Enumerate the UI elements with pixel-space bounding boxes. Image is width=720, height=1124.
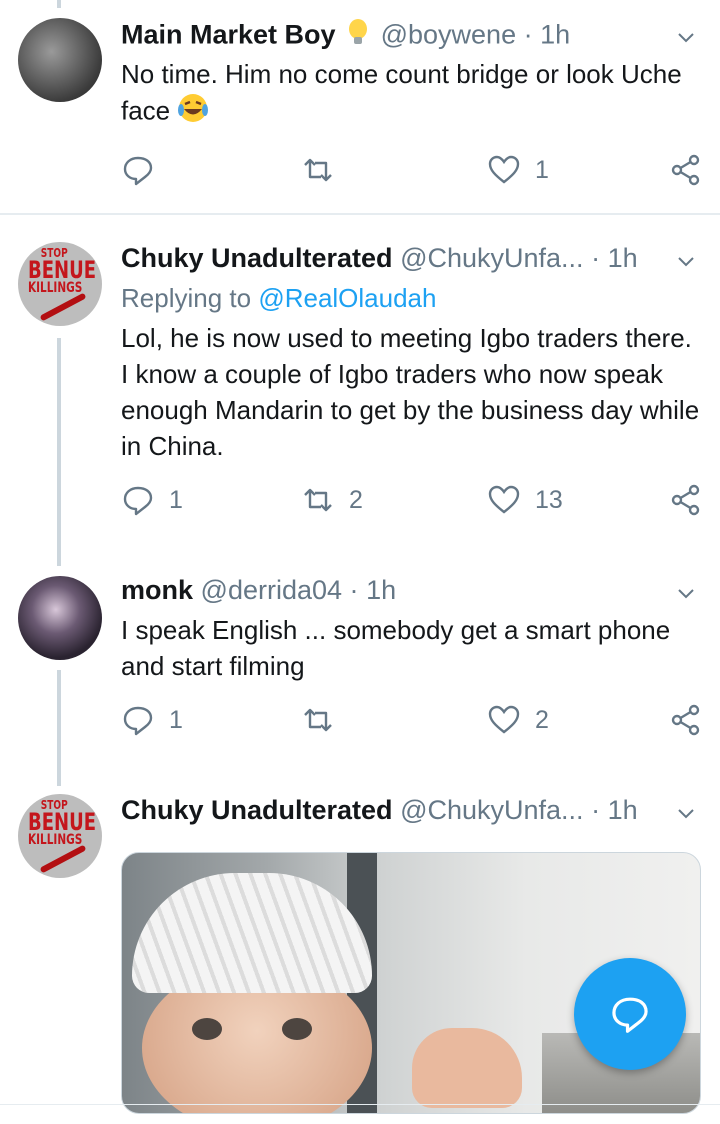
tweet-text: Lol, he is now used to meeting Igbo trad… <box>121 323 700 461</box>
thread-line <box>57 338 61 566</box>
avatar[interactable]: STOP BENUE KILLINGS <box>18 242 102 326</box>
handle[interactable]: @ChukyUnfa... <box>400 243 583 273</box>
heart-icon <box>488 705 520 734</box>
avatar-text: STOP BENUE KILLINGS <box>28 246 96 297</box>
replying-label: Replying to <box>121 283 252 313</box>
reply-icon <box>123 156 153 186</box>
handle[interactable]: @boywene <box>381 20 517 50</box>
tweet-text: I speak English ... somebody get a smart… <box>121 615 671 681</box>
retweet-button[interactable] <box>301 150 349 190</box>
share-icon <box>671 154 700 186</box>
reply-button[interactable] <box>121 150 169 190</box>
tweet-header: monk @derrida04 · 1h <box>121 574 396 606</box>
handle[interactable]: @derrida04 <box>201 575 343 605</box>
reply-button[interactable]: 1 <box>121 480 183 520</box>
separator-dot: · <box>591 795 601 825</box>
tweet-text: No time. Him no come count bridge or loo… <box>121 56 706 133</box>
replying-to-link[interactable]: @RealOlaudah <box>258 283 436 313</box>
thread-line <box>57 670 61 786</box>
reply-count: 1 <box>169 485 183 514</box>
lightbulb-icon <box>347 18 369 55</box>
tweet-3[interactable]: monk @derrida04 · 1h I speak English ...… <box>0 562 720 790</box>
share-button[interactable] <box>669 700 703 740</box>
heart-icon <box>488 485 520 514</box>
replying-to: Replying to @RealOlaudah <box>121 282 436 314</box>
chevron-down-icon[interactable] <box>676 804 696 824</box>
retweet-count: 2 <box>349 485 363 514</box>
retweet-button[interactable] <box>301 700 349 740</box>
timestamp[interactable]: 1h <box>366 575 396 605</box>
bottom-divider <box>0 1104 720 1105</box>
chevron-down-icon[interactable] <box>676 28 696 48</box>
reply-icon <box>123 706 153 736</box>
tweet-header: Chuky Unadulterated @ChukyUnfa... · 1h <box>121 794 638 826</box>
share-button[interactable] <box>669 480 703 520</box>
reply-button[interactable]: 1 <box>121 700 183 740</box>
tweet-actions: 1 2 <box>121 700 701 740</box>
tweet-header: Chuky Unadulterated @ChukyUnfa... · 1h <box>121 242 638 274</box>
share-icon <box>671 484 700 516</box>
tweet-actions: 1 2 13 <box>121 480 701 520</box>
tweet-2[interactable]: STOP BENUE KILLINGS Chuky Unadulterated … <box>0 216 720 566</box>
reply-icon <box>123 486 153 516</box>
avatar[interactable]: STOP BENUE KILLINGS <box>18 794 102 878</box>
separator-dot: · <box>349 575 359 605</box>
share-icon <box>671 704 700 736</box>
avatar[interactable] <box>18 18 102 102</box>
timestamp[interactable]: 1h <box>540 20 570 50</box>
tweet-actions: 1 <box>121 150 701 190</box>
like-button[interactable]: 2 <box>487 700 549 740</box>
reply-icon <box>612 997 648 1033</box>
retweet-icon <box>304 158 332 182</box>
avatar[interactable] <box>18 576 102 660</box>
like-button[interactable]: 1 <box>487 150 549 190</box>
like-button[interactable]: 13 <box>487 480 563 520</box>
retweet-button[interactable]: 2 <box>301 480 363 520</box>
separator-dot: · <box>523 19 533 50</box>
display-name[interactable]: Chuky Unadulterated <box>121 243 393 273</box>
compose-reply-button[interactable] <box>574 958 686 1070</box>
tweet-header: Main Market Boy @boywene · 1h <box>121 18 570 55</box>
like-count: 2 <box>535 705 549 734</box>
chevron-down-icon[interactable] <box>676 252 696 272</box>
thread-line <box>57 0 61 8</box>
display-name[interactable]: Chuky Unadulterated <box>121 795 393 825</box>
display-name[interactable]: Main Market Boy <box>121 20 336 50</box>
handle[interactable]: @ChukyUnfa... <box>400 795 583 825</box>
avatar-text: STOP BENUE KILLINGS <box>28 798 96 849</box>
like-count: 13 <box>535 485 563 514</box>
laughing-emoji-icon <box>177 92 209 133</box>
reply-count: 1 <box>169 705 183 734</box>
divider <box>0 213 720 215</box>
timestamp[interactable]: 1h <box>608 795 638 825</box>
like-count: 1 <box>535 155 549 184</box>
heart-icon <box>488 155 520 184</box>
retweet-icon <box>304 708 332 732</box>
tweet-1[interactable]: Main Market Boy @boywene · 1h No time. H… <box>0 0 720 214</box>
chevron-down-icon[interactable] <box>676 584 696 604</box>
timestamp[interactable]: 1h <box>608 243 638 273</box>
retweet-icon <box>304 488 332 512</box>
separator-dot: · <box>591 243 601 273</box>
display-name[interactable]: monk <box>121 575 193 605</box>
share-button[interactable] <box>669 150 703 190</box>
